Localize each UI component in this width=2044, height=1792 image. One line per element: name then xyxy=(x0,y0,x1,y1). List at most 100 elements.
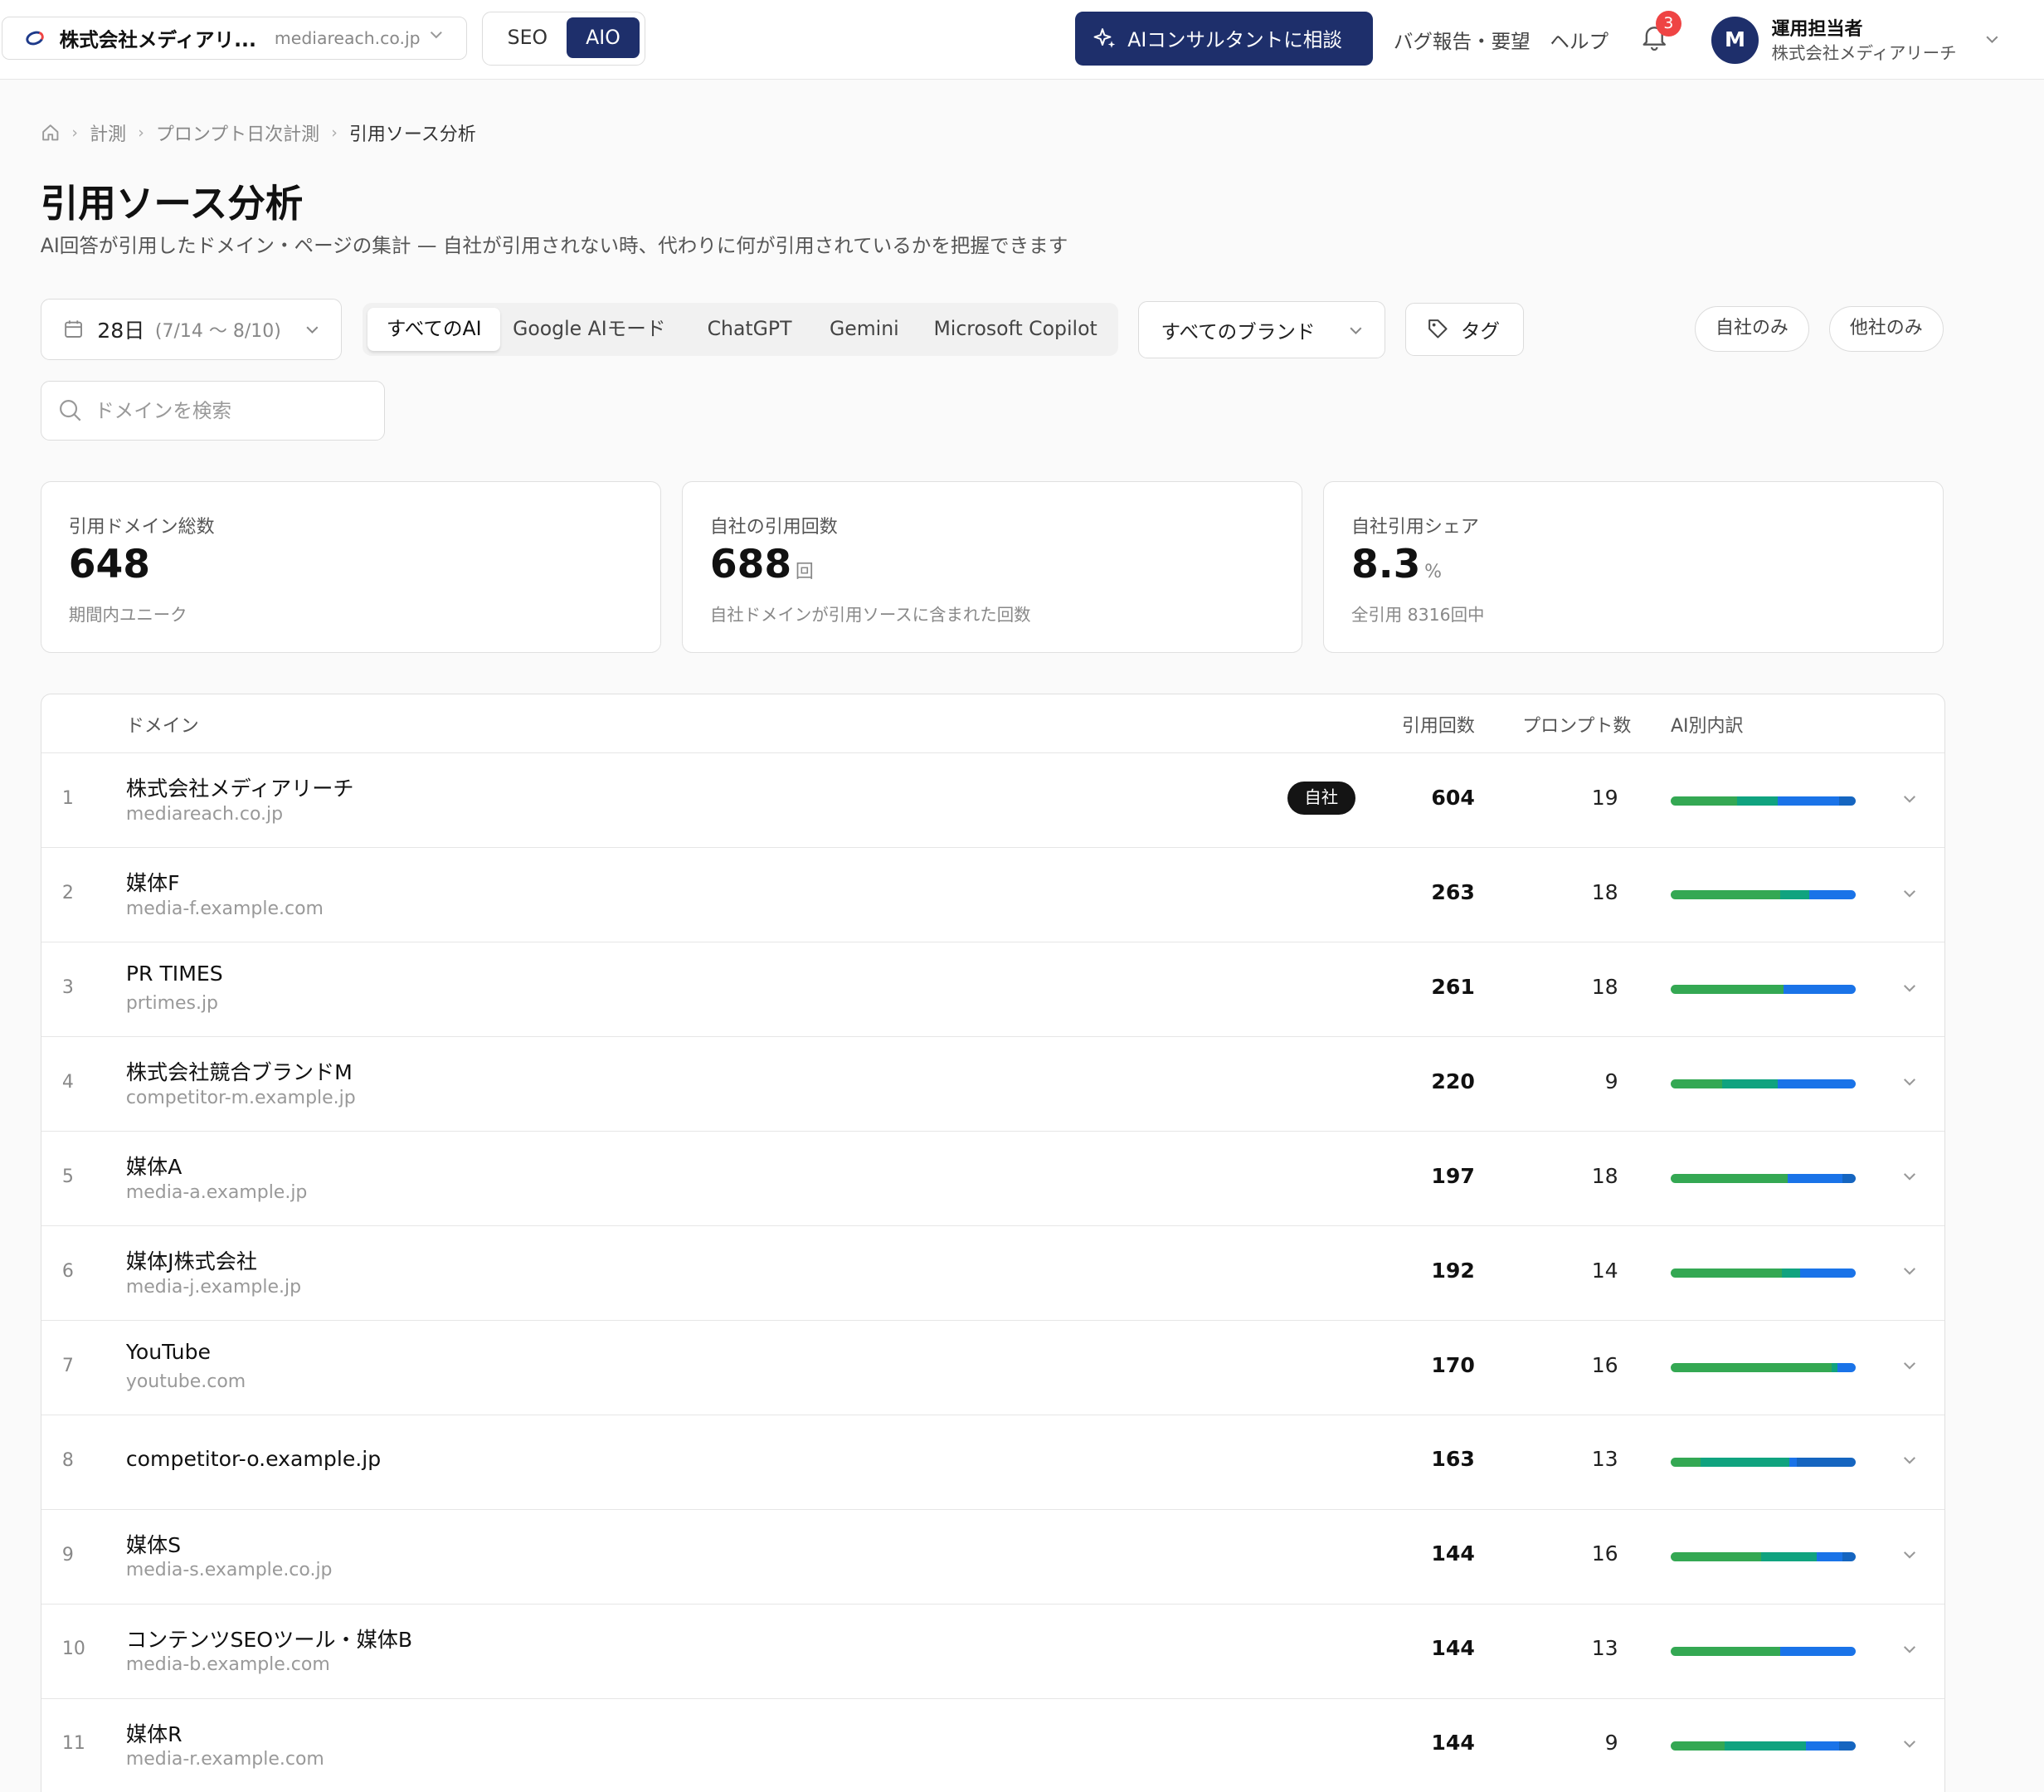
search-input[interactable] xyxy=(95,398,356,422)
bug-report-link[interactable]: バグ報告・要望 xyxy=(1394,26,1531,54)
ai-breakdown-segment xyxy=(1778,1079,1857,1089)
expand-chevron-icon[interactable] xyxy=(1900,790,1919,808)
ai-breakdown-segment xyxy=(1842,1174,1857,1184)
ai-breakdown-segment xyxy=(1788,1458,1797,1467)
domain-url: media-j.example.jp xyxy=(125,1276,302,1298)
ai-consultant-button[interactable]: AIコンサルタントに相談 xyxy=(1075,12,1373,66)
domain-name[interactable]: 株式会社メディアリーチ xyxy=(126,772,354,802)
chevron-right-icon: › xyxy=(71,124,78,142)
expand-chevron-icon[interactable] xyxy=(1900,1451,1919,1469)
expand-chevron-icon[interactable] xyxy=(1900,1262,1919,1280)
column-header-prompts[interactable]: プロンプト数 xyxy=(1522,711,1631,738)
mode-switch: SEO AIO xyxy=(482,12,645,66)
workspace-domain: mediareach.co.jp xyxy=(274,28,421,49)
tag-filter-button[interactable]: タグ xyxy=(1404,302,1524,356)
aio-mode-button[interactable]: AIO xyxy=(566,17,640,59)
column-header-citations[interactable]: 引用回数 xyxy=(1402,711,1475,738)
table-row[interactable]: 5 媒体A media-a.example.jp 197 18 xyxy=(41,1131,1944,1227)
help-link[interactable]: ヘルプ xyxy=(1550,26,1608,54)
ai-breakdown-segment xyxy=(1842,1551,1857,1561)
home-icon[interactable] xyxy=(41,123,61,143)
row-rank: 5 xyxy=(61,1166,74,1187)
expand-chevron-icon[interactable] xyxy=(1900,1546,1919,1564)
ai-breakdown-segment xyxy=(1781,1269,1801,1278)
domain-name[interactable]: 媒体A xyxy=(126,1151,182,1181)
table-row[interactable]: 7 YouTube youtube.com 170 16 xyxy=(41,1320,1944,1415)
prompt-count: 9 xyxy=(1604,1069,1618,1093)
table-header: ドメイン 引用回数 プロンプト数 AI別内訳 xyxy=(41,694,1944,753)
row-rank: 4 xyxy=(61,1071,74,1093)
top-bar: 株式会社メディアリ... mediareach.co.jp SEO AIO AI… xyxy=(0,0,2044,80)
chevron-right-icon: › xyxy=(331,124,338,142)
domain-name[interactable]: コンテンツSEOツール・媒体B xyxy=(126,1624,412,1653)
row-rank: 9 xyxy=(61,1544,74,1566)
expand-chevron-icon[interactable] xyxy=(1900,1640,1919,1658)
seo-mode-button[interactable]: SEO xyxy=(489,17,567,58)
brand-select[interactable]: すべてのブランド xyxy=(1137,300,1386,359)
avatar[interactable]: M xyxy=(1711,17,1759,64)
domain-name[interactable]: PR TIMES xyxy=(126,962,223,986)
kpi-card-own-citations: 自社の引用回数 688 回 自社ドメインが引用ソースに含まれた回数 xyxy=(681,480,1302,654)
own-badge: 自社 xyxy=(1287,782,1355,815)
domain-name[interactable]: 媒体S xyxy=(126,1529,181,1559)
row-rank: 2 xyxy=(61,883,74,904)
expand-chevron-icon[interactable] xyxy=(1900,1356,1919,1375)
chevron-down-icon[interactable] xyxy=(1984,32,2000,47)
expand-chevron-icon[interactable] xyxy=(1900,884,1919,903)
domain-name[interactable]: competitor-o.example.jp xyxy=(126,1447,381,1471)
ai-breakdown-segment xyxy=(1670,890,1780,900)
domain-url: media-a.example.jp xyxy=(125,1181,308,1203)
breadcrumb-item[interactable]: プロンプト日次計測 xyxy=(156,119,319,146)
expand-chevron-icon[interactable] xyxy=(1900,1073,1919,1091)
domain-name[interactable]: YouTube xyxy=(126,1340,211,1364)
ai-breakdown-segment xyxy=(1670,1741,1725,1751)
domain-name[interactable]: 媒体F xyxy=(126,867,180,897)
row-rank: 7 xyxy=(61,1355,74,1376)
workspace-selector[interactable]: 株式会社メディアリ... mediareach.co.jp xyxy=(1,17,467,61)
ai-breakdown-segment xyxy=(1832,1363,1837,1373)
kpi-note: 自社ドメインが引用ソースに含まれた回数 xyxy=(709,604,1031,625)
ai-engine-tabs: すべてのAI Google AIモード ChatGPT Gemini Micro… xyxy=(362,302,1119,356)
table-row[interactable]: 3 PR TIMES prtimes.jp 261 18 xyxy=(41,942,1944,1038)
breadcrumb-item[interactable]: 計測 xyxy=(90,119,126,146)
ai-breakdown-segment xyxy=(1805,1741,1839,1751)
table-row[interactable]: 2 媒体F media-f.example.com 263 18 xyxy=(41,848,1944,943)
tab-microsoft-copilot[interactable]: Microsoft Copilot xyxy=(920,308,1110,351)
ai-breakdown-segment xyxy=(1779,1646,1857,1656)
ai-breakdown-segment xyxy=(1670,1551,1762,1561)
others-only-toggle[interactable]: 他社のみ xyxy=(1828,306,1944,353)
citation-count: 261 xyxy=(1431,974,1475,999)
date-range-picker[interactable]: 28日 (7/14 〜 8/10) xyxy=(40,298,342,360)
domain-search xyxy=(40,380,385,441)
table-row[interactable]: 1 株式会社メディアリーチ mediareach.co.jp 自社 604 19 xyxy=(41,753,1944,849)
prompt-count: 16 xyxy=(1591,1541,1618,1566)
sparkle-icon xyxy=(1093,28,1116,48)
table-row[interactable]: 10 コンテンツSEOツール・媒体B media-b.example.com 144 1… xyxy=(41,1604,1944,1699)
table-row[interactable]: 9 媒体S media-s.example.co.jp 144 16 xyxy=(41,1509,1944,1605)
ai-breakdown-bar xyxy=(1670,796,1857,806)
date-range-text: (7/14 〜 8/10) xyxy=(154,320,281,342)
table-row[interactable]: 4 株式会社競合ブランドM competitor-m.example.jp 220 9 xyxy=(41,1036,1944,1132)
kpi-label: 自社の引用回数 xyxy=(709,516,838,538)
ai-consultant-label: AIコンサルタントに相談 xyxy=(1127,28,1342,52)
tab-gemini[interactable]: Gemini xyxy=(816,308,912,351)
domain-name[interactable]: 株式会社競合ブランドM xyxy=(126,1056,353,1086)
ai-breakdown-segment xyxy=(1838,1741,1857,1751)
prompt-count: 13 xyxy=(1591,1636,1618,1661)
tab-chatgpt[interactable]: ChatGPT xyxy=(689,308,811,351)
ai-breakdown-segment xyxy=(1670,1079,1723,1089)
ai-breakdown-segment xyxy=(1670,1646,1780,1656)
table-row[interactable]: 11 媒体R media-r.example.com 144 9 xyxy=(41,1698,1944,1792)
own-only-toggle[interactable]: 自社のみ xyxy=(1694,306,1810,353)
expand-chevron-icon[interactable] xyxy=(1900,1735,1919,1753)
prompt-count: 14 xyxy=(1591,1258,1618,1283)
domain-name[interactable]: 媒体R xyxy=(126,1718,182,1748)
table-row[interactable]: 6 媒体J株式会社 media-j.example.jp 192 14 xyxy=(41,1225,1944,1322)
expand-chevron-icon[interactable] xyxy=(1900,979,1919,997)
domain-url: media-r.example.com xyxy=(125,1749,324,1770)
expand-chevron-icon[interactable] xyxy=(1900,1167,1919,1186)
tab-all-ai[interactable]: すべてのAI xyxy=(367,307,501,351)
domain-name[interactable]: 媒体J株式会社 xyxy=(126,1245,257,1275)
tab-google-ai-mode[interactable]: Google AIモード xyxy=(506,308,673,351)
table-row[interactable]: 8 competitor-o.example.jp 163 13 xyxy=(41,1415,1944,1510)
